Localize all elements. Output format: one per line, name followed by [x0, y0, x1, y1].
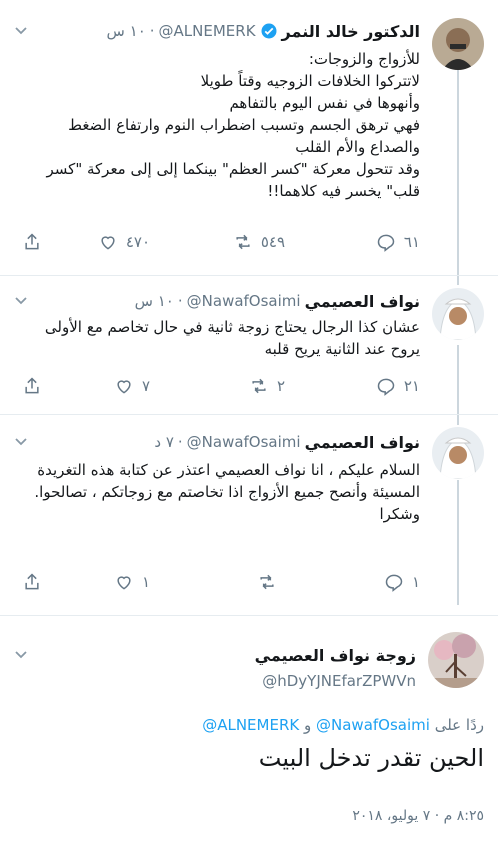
display-name[interactable]: نواف العصيمي [305, 433, 420, 452]
retweet-icon [260, 574, 274, 590]
handle[interactable]: @hDyYJNEfarZPWVn [262, 672, 416, 690]
like-count: ٧ [141, 377, 150, 395]
tweet-text: للأزواج والزوجات: لاتتركوا الخلافات الزو… [46, 50, 420, 200]
timestamp[interactable]: ١٠ س [107, 22, 146, 40]
handle[interactable]: @ALNEMERK [159, 22, 256, 40]
retweet-count: ٢ [276, 377, 285, 395]
like-button[interactable]: ١ [114, 570, 150, 594]
tweet[interactable]: نواف العصيمي @NawafOsaimi · ٧ د السلام ع… [0, 415, 498, 615]
retweet-count: ٥٤٩ [260, 233, 285, 251]
tweet-text: عشان كذا الرجال يحتاج زوجة ثانية في حال … [40, 318, 420, 358]
tweet[interactable]: نواف العصيمي @NawafOsaimi · ١٠ س عشان كذ… [0, 276, 498, 414]
separator-dot: · [177, 433, 183, 451]
timestamp[interactable]: ٧ د [154, 433, 174, 451]
share-button[interactable] [22, 230, 42, 254]
share-icon [25, 233, 39, 250]
reply-count: ١ [411, 573, 420, 591]
handle[interactable]: @NawafOsaimi [187, 292, 301, 310]
share-icon [25, 377, 39, 394]
share-button[interactable] [22, 570, 42, 594]
tweet-header: زوجة نواف العصيمي [14, 644, 416, 666]
like-count: ١ [141, 573, 150, 591]
replying-prefix: ردًا على [434, 716, 484, 734]
like-button[interactable]: ٧ [114, 374, 150, 398]
avatar[interactable] [428, 632, 484, 688]
replying-to: ردًا على @NawafOsaimi و @ALNEMERK [14, 716, 484, 734]
handle[interactable]: @NawafOsaimi [187, 433, 301, 451]
display-name[interactable]: نواف العصيمي [305, 292, 420, 311]
main-tweet-text: الحين تقدر تدخل البيت [258, 744, 484, 772]
reply-button[interactable]: ٢١ [376, 374, 420, 398]
mention-link[interactable]: @NawafOsaimi [316, 716, 430, 734]
like-icon [117, 576, 131, 590]
reply-icon [377, 234, 395, 252]
tweet-header: الدكتور خالد النمر @ALNEMERK · ١٠ س [14, 20, 420, 42]
replying-and: و [303, 716, 312, 734]
reply-count: ٢١ [403, 377, 420, 395]
tweet-actions: ١ ١ [14, 570, 420, 594]
mention-link[interactable]: @ALNEMERK [202, 716, 299, 734]
separator-dot: · [177, 292, 183, 310]
chevron-down-icon[interactable] [14, 24, 28, 38]
verified-icon [261, 23, 277, 39]
main-tweet[interactable]: زوجة نواف العصيمي @hDyYJNEfarZPWVn ردًا … [0, 616, 498, 843]
separator-dot: · [149, 22, 155, 40]
timestamp[interactable]: ١٠ س [135, 292, 174, 310]
chevron-down-icon[interactable] [14, 294, 28, 308]
reply-count: ٦١ [403, 233, 420, 251]
share-icon [25, 573, 39, 590]
retweet-icon [252, 378, 266, 394]
reply-icon [385, 574, 403, 592]
reply-icon [377, 378, 395, 396]
tweet-actions: ٦١ ٥٤٩ ٤٧٠ [14, 230, 420, 254]
like-button[interactable]: ٤٧٠ [98, 230, 150, 254]
like-icon [101, 236, 115, 250]
reply-button[interactable]: ١ [384, 570, 420, 594]
avatar[interactable] [432, 427, 484, 479]
like-count: ٤٧٠ [125, 233, 150, 251]
tweet-text: السلام عليكم ، انا نواف العصيمي اعتذر عن… [34, 461, 420, 523]
tweet-actions: ٢١ ٢ ٧ [14, 374, 420, 398]
retweet-icon [236, 234, 250, 250]
chevron-down-icon[interactable] [14, 435, 28, 449]
reply-button[interactable]: ٦١ [376, 230, 420, 254]
chevron-down-icon[interactable] [14, 648, 28, 662]
retweet-button[interactable]: ٥٤٩ [233, 230, 285, 254]
avatar[interactable] [432, 18, 484, 70]
tweet-header: نواف العصيمي @NawafOsaimi · ٧ د [14, 431, 420, 453]
like-icon [117, 380, 131, 394]
display-name[interactable]: زوجة نواف العصيمي [255, 646, 416, 665]
retweet-button[interactable] [257, 570, 285, 594]
handle-row: @hDyYJNEfarZPWVn [14, 670, 416, 692]
share-button[interactable] [22, 374, 42, 398]
main-timestamp[interactable]: ٨:٢٥ م · ٧ يوليو، ٢٠١٨ [14, 808, 484, 824]
display-name[interactable]: الدكتور خالد النمر [282, 22, 420, 41]
avatar[interactable] [432, 288, 484, 340]
tweet[interactable]: الدكتور خالد النمر @ALNEMERK · ١٠ س للأز… [0, 0, 498, 275]
retweet-button[interactable]: ٢ [249, 374, 285, 398]
tweet-header: نواف العصيمي @NawafOsaimi · ١٠ س [14, 290, 420, 312]
